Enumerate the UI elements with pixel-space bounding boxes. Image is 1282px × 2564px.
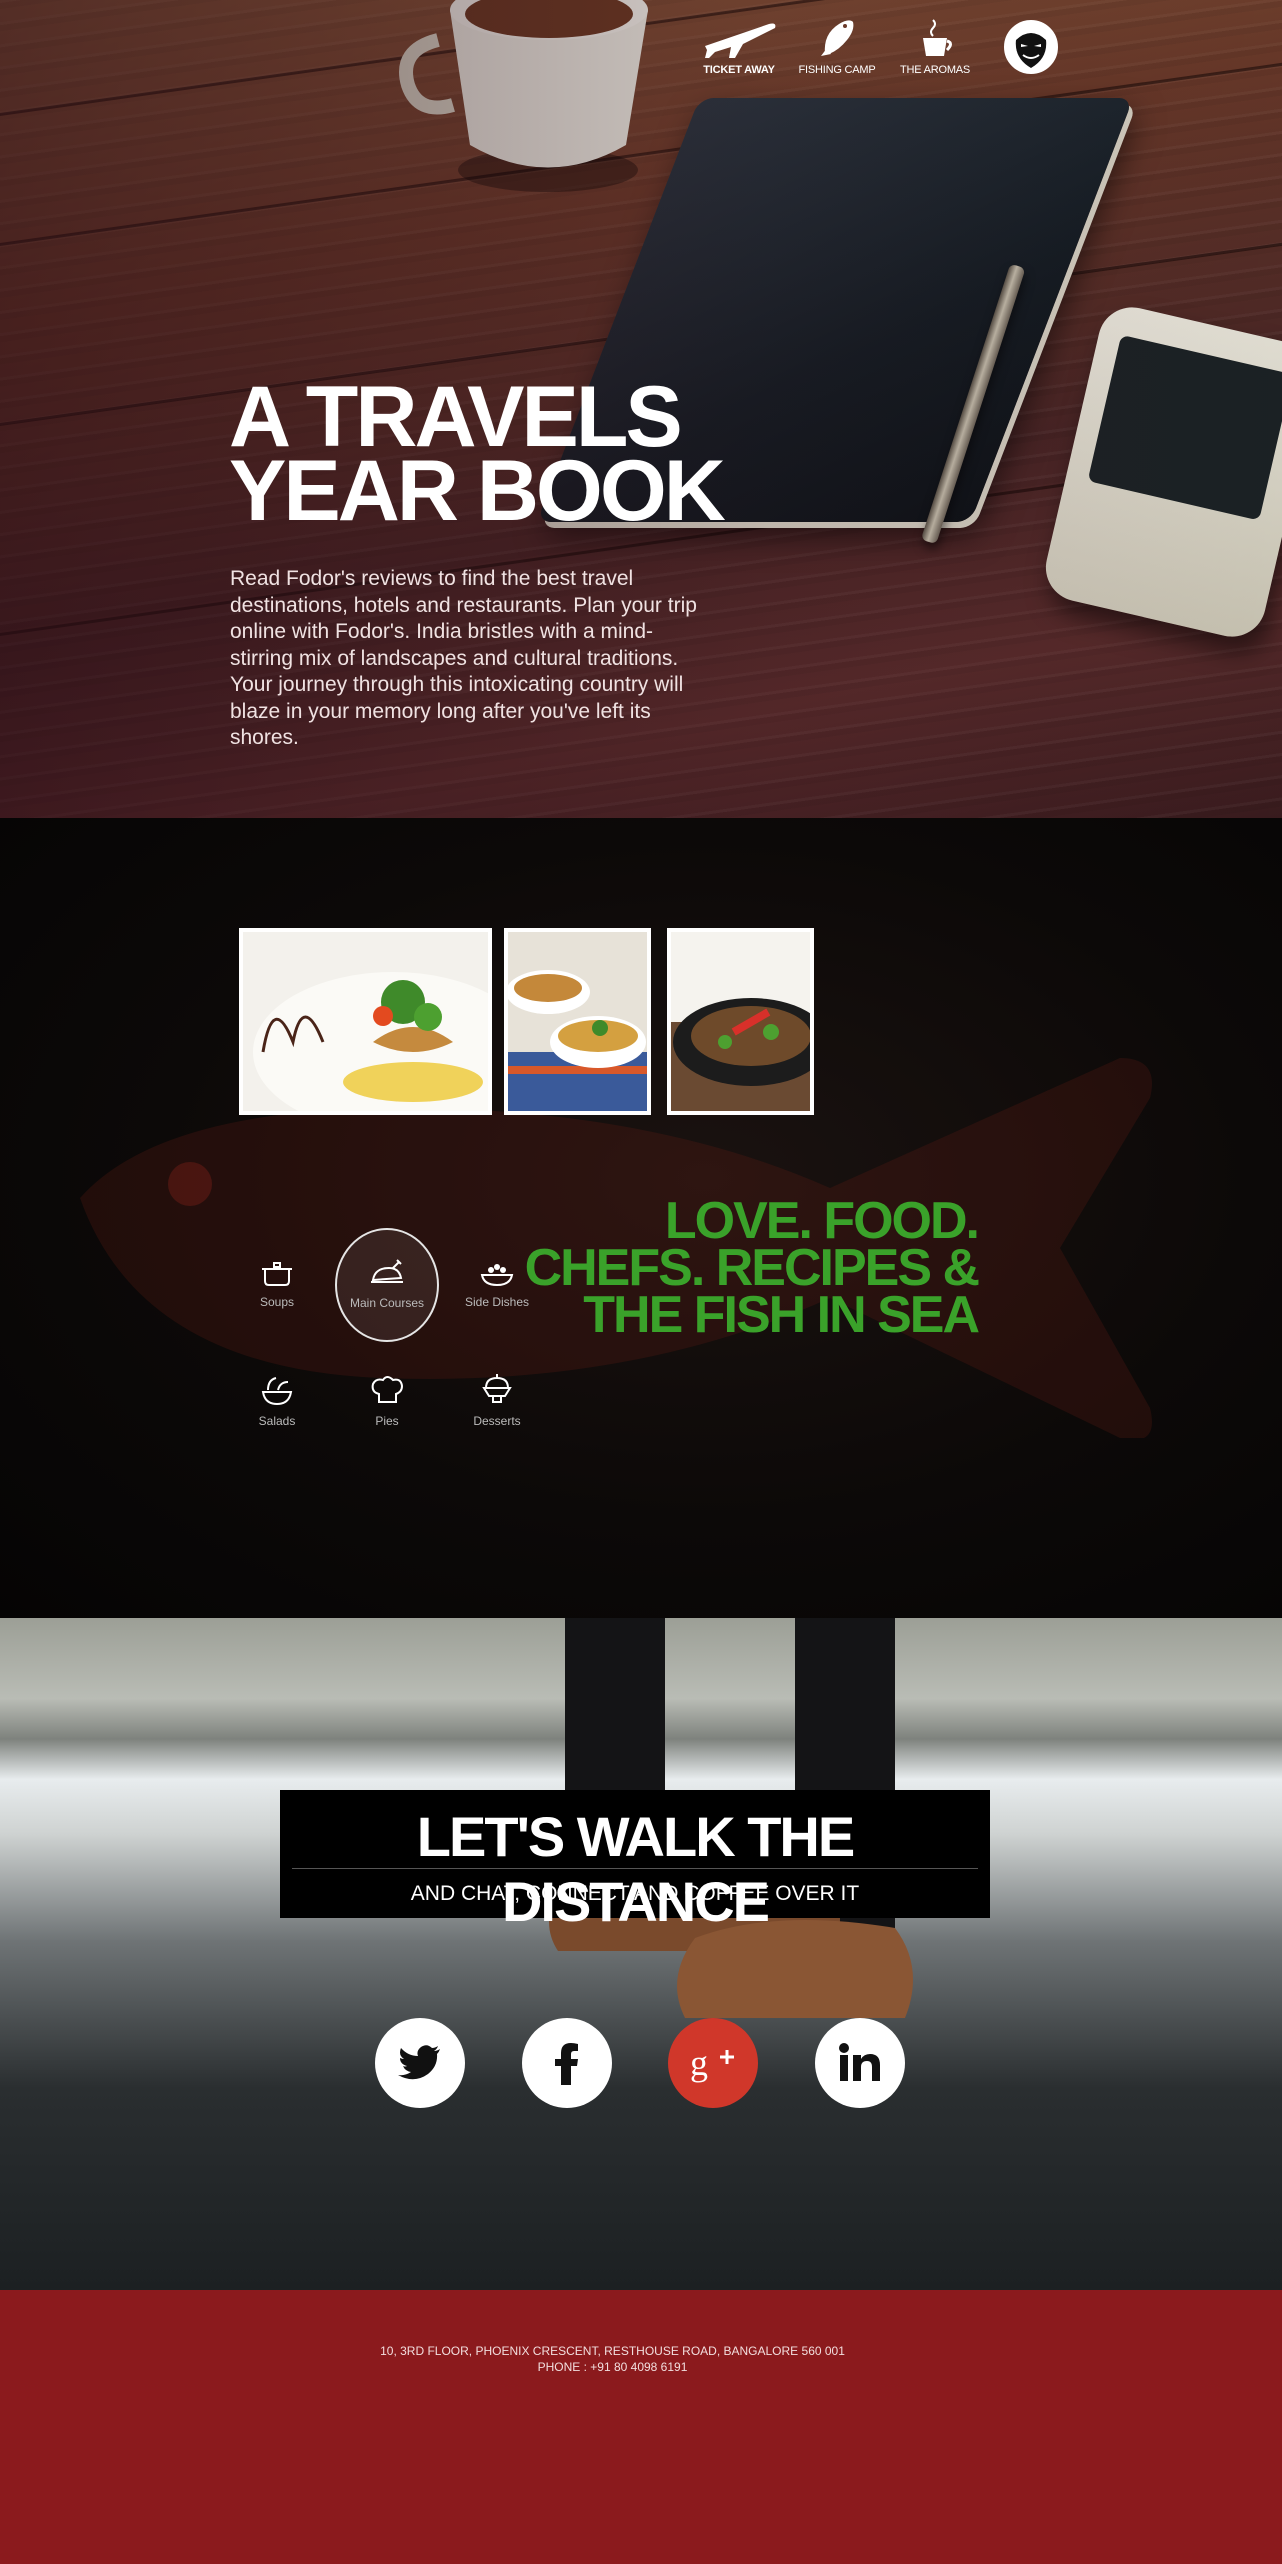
divider — [292, 1868, 978, 1869]
nav-label: FISHING CAMP — [798, 64, 876, 76]
hero-title-line: YEAR BOOK — [229, 443, 726, 539]
dessert-cup-icon — [482, 1374, 512, 1403]
footer-phone: PHONE : +91 80 4098 6191 — [537, 2360, 688, 2374]
food-headline-line: CHEFS. RECIPES & — [524, 1239, 980, 1297]
nav-label: THE AROMAS — [899, 64, 971, 76]
side-dish-bowl-icon — [480, 1264, 514, 1287]
category-label: Desserts — [473, 1414, 521, 1428]
pot-icon — [262, 1262, 292, 1286]
airplane-icon — [705, 23, 776, 58]
food-headline-line: LOVE. FOOD. — [664, 1192, 980, 1250]
category-main-courses[interactable]: Main Courses — [335, 1228, 439, 1342]
category-desserts[interactable]: Desserts — [447, 1372, 547, 1428]
profile-avatar[interactable] — [1004, 20, 1058, 74]
twitter-icon — [398, 2045, 440, 2080]
dish-photo-main[interactable] — [239, 928, 492, 1115]
hero-section: TICKET AWAY FISHING CAMP THE AROMAS A TR… — [0, 0, 1282, 818]
google-plus-icon: g — [690, 2043, 734, 2083]
guy-fawkes-mask-icon — [1006, 22, 1056, 72]
footer-address: 10, 3RD FLOOR, PHOENIX CRESCENT, RESTHOU… — [380, 2344, 845, 2358]
dish-image — [508, 932, 647, 1111]
hero-title: A TRAVELS YEAR BOOK — [229, 374, 726, 539]
linkedin-icon — [839, 2043, 880, 2081]
category-soups[interactable]: Soups — [227, 1257, 327, 1309]
footer: 10, 3RD FLOOR, PHOENIX CRESCENT, RESTHOU… — [0, 2290, 1282, 2564]
walk-banner: LET'S WALK THE DISTANCE AND CHAT, CONNEC… — [280, 1790, 990, 1933]
category-label: Pies — [375, 1414, 399, 1428]
facebook-icon — [555, 2043, 578, 2085]
svg-text:g: g — [690, 2043, 708, 2083]
nav-item-ticket-away[interactable]: TICKET AWAY — [690, 16, 788, 76]
salad-bowl-icon — [261, 1377, 293, 1406]
facebook-button[interactable] — [522, 2018, 612, 2108]
walk-title: LET'S WALK THE DISTANCE — [416, 1805, 855, 1933]
category-label: Side Dishes — [464, 1295, 530, 1309]
top-navigation: TICKET AWAY FISHING CAMP THE AROMAS — [690, 16, 984, 76]
twitter-button[interactable] — [375, 2018, 465, 2108]
walk-subtitle: AND CHAT, CONNECT AND COFFEE OVER IT — [410, 1882, 860, 1905]
category-pies[interactable]: Pies — [337, 1374, 437, 1428]
walk-section — [0, 1618, 1282, 2290]
food-headline-line: THE FISH IN SEA — [583, 1286, 980, 1344]
category-label: Salads — [258, 1414, 296, 1428]
dish-image — [671, 932, 810, 1111]
hero-description: Read Fodor's reviews to find the best tr… — [230, 567, 697, 749]
category-label: Main Courses — [349, 1296, 425, 1310]
dish-image — [253, 972, 488, 1111]
coffee-cup-icon — [923, 19, 952, 56]
dish-photo-curry[interactable] — [504, 928, 651, 1115]
linkedin-button[interactable] — [815, 2018, 905, 2108]
dish-photo-noodles[interactable] — [667, 928, 814, 1115]
chef-hat-icon — [371, 1376, 404, 1403]
category-label: Soups — [259, 1295, 295, 1309]
nav-label: TICKET AWAY — [703, 64, 775, 76]
category-salads[interactable]: Salads — [227, 1374, 327, 1428]
fish-icon — [821, 20, 854, 56]
nav-item-fishing-camp[interactable]: FISHING CAMP — [788, 16, 886, 76]
roast-chicken-icon — [371, 1259, 403, 1283]
nav-item-the-aromas[interactable]: THE AROMAS — [886, 16, 984, 76]
food-headline: LOVE. FOOD. CHEFS. RECIPES & THE FISH IN… — [524, 1192, 980, 1344]
google-plus-button[interactable]: g — [668, 2018, 758, 2108]
